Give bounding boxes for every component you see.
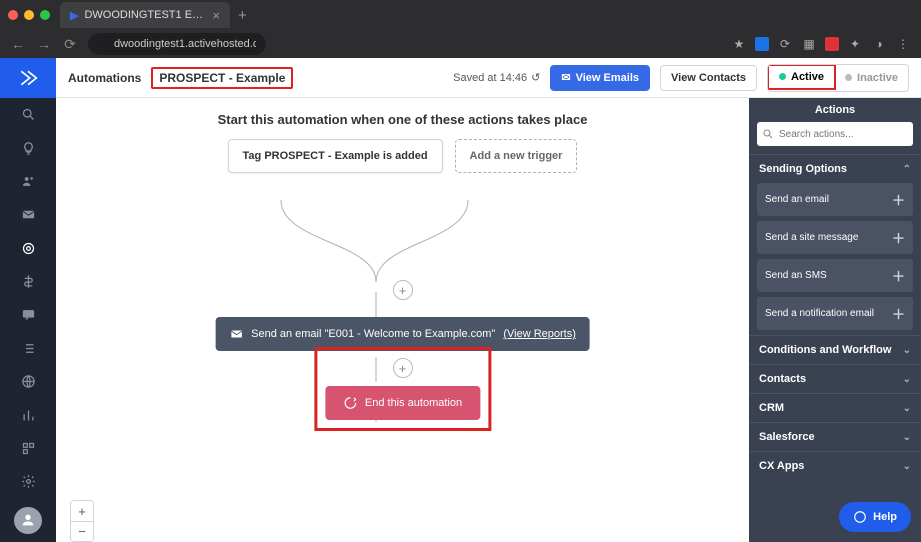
actions-panel: Actions Sending Options ⌃ Send an email＋… [749, 58, 921, 542]
trigger-row: Tag PROSPECT - Example is added Add a ne… [56, 139, 749, 173]
plus-icon: ＋ [892, 228, 905, 247]
chevron-down-icon: ⌄ [903, 403, 911, 414]
address-bar-row: ← → ⟳ 🔒 ★ ⟳ ▦ ✦ ◑ ⋮ [0, 30, 921, 58]
actions-search-input[interactable] [757, 122, 913, 146]
status-dot-icon [845, 74, 852, 81]
favicon-icon: ▶ [70, 9, 78, 22]
chevron-up-icon: ⌃ [903, 164, 911, 175]
tab-bar: ▶ DWOODINGTEST1 Email Mark × + [0, 0, 921, 30]
tab-title: DWOODINGTEST1 Email Mark [84, 9, 206, 21]
minimize-window-icon[interactable] [24, 10, 34, 20]
plus-icon: ＋ [892, 304, 905, 323]
chevron-down-icon: ⌄ [903, 432, 911, 443]
zoom-out-button[interactable]: − [71, 521, 93, 541]
nav-lightbulb[interactable] [0, 131, 56, 164]
close-tab-icon[interactable]: × [212, 8, 220, 23]
action-send-notification[interactable]: Send a notification email＋ [757, 297, 913, 330]
plus-icon: ＋ [892, 266, 905, 285]
section-conditions[interactable]: Conditions and Workflow⌄ [749, 335, 921, 364]
ext-icon[interactable] [825, 37, 839, 51]
nav-apps[interactable] [0, 432, 56, 465]
saved-status: Saved at 14:46 ↺ [453, 71, 540, 84]
status-dot-icon [779, 73, 786, 80]
email-icon [229, 327, 243, 341]
forward-button[interactable]: → [36, 36, 52, 52]
nav-conversations[interactable] [0, 298, 56, 331]
status-toggle: Active Inactive [767, 64, 909, 92]
ext-icon[interactable]: ▦ [801, 36, 817, 52]
profile-icon[interactable]: ◑ [871, 36, 887, 52]
action-label: Send an email "E001 - Welcome to Example… [251, 328, 495, 340]
view-reports-link[interactable]: (View Reports) [503, 328, 576, 340]
section-contacts[interactable]: Contacts⌄ [749, 364, 921, 393]
top-bar: Automations PROSPECT - Example Saved at … [56, 58, 921, 98]
nav-site[interactable] [0, 365, 56, 398]
help-button[interactable]: Help [839, 502, 911, 532]
ext-icon[interactable] [755, 37, 769, 51]
ext-icon[interactable]: ★ [731, 36, 747, 52]
user-avatar[interactable] [14, 507, 42, 534]
view-contacts-button[interactable]: View Contacts [660, 65, 757, 91]
history-icon[interactable]: ↺ [531, 71, 540, 84]
app-root: Automations PROSPECT - Example Saved at … [0, 58, 921, 542]
nav-reports[interactable] [0, 398, 56, 431]
section-salesforce[interactable]: Salesforce⌄ [749, 422, 921, 451]
end-automation-node[interactable]: End this automation [325, 386, 480, 420]
close-window-icon[interactable] [8, 10, 18, 20]
section-cxapps[interactable]: CX Apps⌄ [749, 451, 921, 480]
section-crm[interactable]: CRM⌄ [749, 393, 921, 422]
chat-icon [853, 510, 867, 524]
extension-icons: ★ ⟳ ▦ ✦ ◑ ⋮ [731, 36, 911, 52]
browser-chrome: ▶ DWOODINGTEST1 Email Mark × + ← → ⟳ 🔒 ★… [0, 0, 921, 58]
view-emails-button[interactable]: ✉ View Emails [550, 65, 650, 91]
chevron-down-icon: ⌄ [903, 461, 911, 472]
add-trigger-button[interactable]: Add a new trigger [455, 139, 578, 173]
app-logo[interactable] [0, 58, 56, 98]
nav-campaigns[interactable] [0, 198, 56, 231]
action-send-sms[interactable]: Send an SMS＋ [757, 259, 913, 292]
left-nav [0, 58, 56, 542]
nav-deals[interactable] [0, 265, 56, 298]
back-button[interactable]: ← [10, 36, 26, 52]
reload-button[interactable]: ⟳ [62, 36, 78, 53]
plus-icon: ＋ [892, 190, 905, 209]
start-title: Start this automation when one of these … [56, 112, 749, 127]
chevron-down-icon: ⌄ [903, 345, 911, 356]
add-action-button[interactable]: + [393, 280, 413, 300]
new-tab-button[interactable]: + [238, 7, 247, 24]
action-send-site-message[interactable]: Send a site message＋ [757, 221, 913, 254]
ext-puzzle-icon[interactable]: ✦ [847, 36, 863, 52]
window-controls[interactable] [8, 10, 50, 20]
zoom-in-button[interactable]: + [71, 501, 93, 521]
maximize-window-icon[interactable] [40, 10, 50, 20]
nav-contacts[interactable] [0, 165, 56, 198]
menu-icon[interactable]: ⋮ [895, 36, 911, 52]
trigger-card[interactable]: Tag PROSPECT - Example is added [228, 139, 443, 173]
email-icon: ✉ [561, 71, 570, 84]
end-highlight-box: End this automation [314, 347, 491, 431]
email-action-node[interactable]: Send an email "E001 - Welcome to Example… [215, 317, 590, 351]
zoom-controls: + − [70, 500, 94, 542]
nav-lists[interactable] [0, 332, 56, 365]
end-icon [343, 396, 357, 410]
automation-name[interactable]: PROSPECT - Example [151, 67, 293, 89]
nav-settings[interactable] [0, 465, 56, 498]
chevron-down-icon: ⌄ [903, 374, 911, 385]
action-send-email[interactable]: Send an email＋ [757, 183, 913, 216]
browser-tab[interactable]: ▶ DWOODINGTEST1 Email Mark × [60, 2, 230, 28]
status-inactive-button[interactable]: Inactive [835, 65, 908, 91]
panel-title: Actions [749, 98, 921, 122]
automation-canvas[interactable]: Start this automation when one of these … [56, 58, 749, 542]
ext-icon[interactable]: ⟳ [777, 36, 793, 52]
breadcrumb[interactable]: Automations [68, 71, 141, 85]
section-sending-options[interactable]: Sending Options ⌃ [749, 154, 921, 183]
nav-automations[interactable] [0, 232, 56, 265]
status-active-button[interactable]: Active [767, 64, 836, 90]
nav-search[interactable] [0, 98, 56, 131]
address-input[interactable] [88, 33, 266, 55]
search-icon [762, 127, 774, 145]
